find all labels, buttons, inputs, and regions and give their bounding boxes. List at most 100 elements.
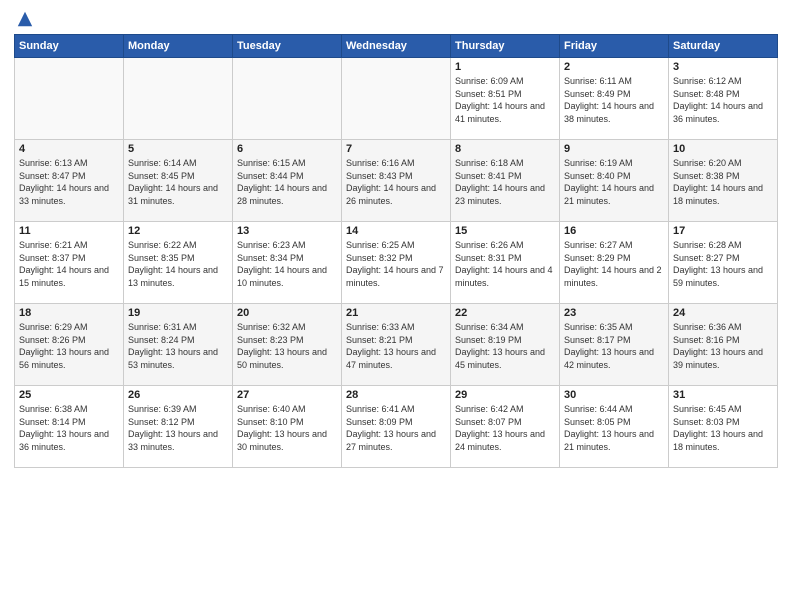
calendar-header-thursday: Thursday bbox=[451, 35, 560, 58]
day-number: 15 bbox=[455, 225, 555, 237]
calendar-cell: 8 Sunrise: 6:18 AMSunset: 8:41 PMDaylight… bbox=[451, 140, 560, 222]
cell-content: Sunrise: 6:28 AMSunset: 8:27 PMDaylight:… bbox=[673, 239, 773, 289]
cell-content: Sunrise: 6:36 AMSunset: 8:16 PMDaylight:… bbox=[673, 321, 773, 371]
cell-content: Sunrise: 6:39 AMSunset: 8:12 PMDaylight:… bbox=[128, 403, 228, 453]
day-number: 5 bbox=[128, 143, 228, 155]
day-number: 19 bbox=[128, 307, 228, 319]
calendar-header-saturday: Saturday bbox=[669, 35, 778, 58]
day-number: 18 bbox=[19, 307, 119, 319]
calendar-cell: 9 Sunrise: 6:19 AMSunset: 8:40 PMDaylight… bbox=[560, 140, 669, 222]
cell-content: Sunrise: 6:35 AMSunset: 8:17 PMDaylight:… bbox=[564, 321, 664, 371]
day-number: 6 bbox=[237, 143, 337, 155]
calendar-cell bbox=[124, 58, 233, 140]
calendar-week-1: 1 Sunrise: 6:09 AMSunset: 8:51 PMDaylight… bbox=[15, 58, 778, 140]
day-number: 8 bbox=[455, 143, 555, 155]
day-number: 21 bbox=[346, 307, 446, 319]
calendar-cell: 22 Sunrise: 6:34 AMSunset: 8:19 PMDayligh… bbox=[451, 304, 560, 386]
calendar-cell: 11 Sunrise: 6:21 AMSunset: 8:37 PMDayligh… bbox=[15, 222, 124, 304]
logo-icon bbox=[16, 10, 34, 28]
day-number: 9 bbox=[564, 143, 664, 155]
calendar-header-tuesday: Tuesday bbox=[233, 35, 342, 58]
day-number: 1 bbox=[455, 61, 555, 73]
day-number: 3 bbox=[673, 61, 773, 73]
day-number: 2 bbox=[564, 61, 664, 73]
header bbox=[14, 10, 778, 26]
day-number: 11 bbox=[19, 225, 119, 237]
day-number: 4 bbox=[19, 143, 119, 155]
cell-content: Sunrise: 6:16 AMSunset: 8:43 PMDaylight:… bbox=[346, 157, 446, 207]
calendar-cell: 13 Sunrise: 6:23 AMSunset: 8:34 PMDayligh… bbox=[233, 222, 342, 304]
cell-content: Sunrise: 6:25 AMSunset: 8:32 PMDaylight:… bbox=[346, 239, 446, 289]
calendar-cell: 12Sunrise: 6:22 AMSunset: 8:35 PMDayligh… bbox=[124, 222, 233, 304]
calendar-cell: 23 Sunrise: 6:35 AMSunset: 8:17 PMDayligh… bbox=[560, 304, 669, 386]
cell-content: Sunrise: 6:40 AMSunset: 8:10 PMDaylight:… bbox=[237, 403, 337, 453]
calendar-cell: 7 Sunrise: 6:16 AMSunset: 8:43 PMDaylight… bbox=[342, 140, 451, 222]
cell-content: Sunrise: 6:34 AMSunset: 8:19 PMDaylight:… bbox=[455, 321, 555, 371]
calendar-header-monday: Monday bbox=[124, 35, 233, 58]
day-number: 30 bbox=[564, 389, 664, 401]
calendar-week-4: 18Sunrise: 6:29 AMSunset: 8:26 PMDayligh… bbox=[15, 304, 778, 386]
cell-content: Sunrise: 6:42 AMSunset: 8:07 PMDaylight:… bbox=[455, 403, 555, 453]
cell-content: Sunrise: 6:31 AMSunset: 8:24 PMDaylight:… bbox=[128, 321, 228, 371]
calendar-cell: 5 Sunrise: 6:14 AMSunset: 8:45 PMDaylight… bbox=[124, 140, 233, 222]
calendar-cell: 30 Sunrise: 6:44 AMSunset: 8:05 PMDayligh… bbox=[560, 386, 669, 468]
calendar-cell: 16 Sunrise: 6:27 AMSunset: 8:29 PMDayligh… bbox=[560, 222, 669, 304]
day-number: 13 bbox=[237, 225, 337, 237]
calendar-cell bbox=[342, 58, 451, 140]
cell-content: Sunrise: 6:09 AMSunset: 8:51 PMDaylight:… bbox=[455, 75, 555, 125]
cell-content: Sunrise: 6:20 AMSunset: 8:38 PMDaylight:… bbox=[673, 157, 773, 207]
calendar-week-5: 25Sunrise: 6:38 AMSunset: 8:14 PMDayligh… bbox=[15, 386, 778, 468]
calendar-cell: 29 Sunrise: 6:42 AMSunset: 8:07 PMDayligh… bbox=[451, 386, 560, 468]
cell-content: Sunrise: 6:14 AMSunset: 8:45 PMDaylight:… bbox=[128, 157, 228, 207]
cell-content: Sunrise: 6:13 AMSunset: 8:47 PMDaylight:… bbox=[19, 157, 119, 207]
calendar-week-3: 11 Sunrise: 6:21 AMSunset: 8:37 PMDayligh… bbox=[15, 222, 778, 304]
calendar-cell: 21 Sunrise: 6:33 AMSunset: 8:21 PMDayligh… bbox=[342, 304, 451, 386]
calendar-cell: 26 Sunrise: 6:39 AMSunset: 8:12 PMDayligh… bbox=[124, 386, 233, 468]
day-number: 16 bbox=[564, 225, 664, 237]
cell-content: Sunrise: 6:33 AMSunset: 8:21 PMDaylight:… bbox=[346, 321, 446, 371]
day-number: 20 bbox=[237, 307, 337, 319]
day-number: 22 bbox=[455, 307, 555, 319]
day-number: 10 bbox=[673, 143, 773, 155]
day-number: 12 bbox=[128, 225, 228, 237]
calendar-cell: 27 Sunrise: 6:40 AMSunset: 8:10 PMDayligh… bbox=[233, 386, 342, 468]
cell-content: Sunrise: 6:44 AMSunset: 8:05 PMDaylight:… bbox=[564, 403, 664, 453]
day-number: 17 bbox=[673, 225, 773, 237]
day-number: 29 bbox=[455, 389, 555, 401]
calendar-cell: 19 Sunrise: 6:31 AMSunset: 8:24 PMDayligh… bbox=[124, 304, 233, 386]
calendar-cell: 1 Sunrise: 6:09 AMSunset: 8:51 PMDaylight… bbox=[451, 58, 560, 140]
calendar-cell: 18Sunrise: 6:29 AMSunset: 8:26 PMDayligh… bbox=[15, 304, 124, 386]
calendar: SundayMondayTuesdayWednesdayThursdayFrid… bbox=[14, 34, 778, 468]
calendar-cell: 17 Sunrise: 6:28 AMSunset: 8:27 PMDayligh… bbox=[669, 222, 778, 304]
calendar-cell bbox=[233, 58, 342, 140]
day-number: 26 bbox=[128, 389, 228, 401]
day-number: 25 bbox=[19, 389, 119, 401]
calendar-cell: 4 Sunrise: 6:13 AMSunset: 8:47 PMDaylight… bbox=[15, 140, 124, 222]
calendar-cell: 24 Sunrise: 6:36 AMSunset: 8:16 PMDayligh… bbox=[669, 304, 778, 386]
calendar-cell: 10 Sunrise: 6:20 AMSunset: 8:38 PMDayligh… bbox=[669, 140, 778, 222]
day-number: 24 bbox=[673, 307, 773, 319]
calendar-cell: 6Sunrise: 6:15 AMSunset: 8:44 PMDaylight… bbox=[233, 140, 342, 222]
day-number: 23 bbox=[564, 307, 664, 319]
calendar-header-wednesday: Wednesday bbox=[342, 35, 451, 58]
logo bbox=[14, 10, 34, 26]
cell-content: Sunrise: 6:32 AMSunset: 8:23 PMDaylight:… bbox=[237, 321, 337, 371]
page: SundayMondayTuesdayWednesdayThursdayFrid… bbox=[0, 0, 792, 612]
day-number: 31 bbox=[673, 389, 773, 401]
logo-text bbox=[14, 10, 34, 28]
day-number: 27 bbox=[237, 389, 337, 401]
cell-content: Sunrise: 6:27 AMSunset: 8:29 PMDaylight:… bbox=[564, 239, 664, 289]
cell-content: Sunrise: 6:26 AMSunset: 8:31 PMDaylight:… bbox=[455, 239, 555, 289]
cell-content: Sunrise: 6:23 AMSunset: 8:34 PMDaylight:… bbox=[237, 239, 337, 289]
calendar-cell: 2 Sunrise: 6:11 AMSunset: 8:49 PMDaylight… bbox=[560, 58, 669, 140]
cell-content: Sunrise: 6:18 AMSunset: 8:41 PMDaylight:… bbox=[455, 157, 555, 207]
cell-content: Sunrise: 6:11 AMSunset: 8:49 PMDaylight:… bbox=[564, 75, 664, 125]
calendar-cell: 3Sunrise: 6:12 AMSunset: 8:48 PMDaylight… bbox=[669, 58, 778, 140]
calendar-cell: 31Sunrise: 6:45 AMSunset: 8:03 PMDayligh… bbox=[669, 386, 778, 468]
calendar-cell: 28Sunrise: 6:41 AMSunset: 8:09 PMDayligh… bbox=[342, 386, 451, 468]
cell-content: Sunrise: 6:19 AMSunset: 8:40 PMDaylight:… bbox=[564, 157, 664, 207]
day-number: 7 bbox=[346, 143, 446, 155]
cell-content: Sunrise: 6:21 AMSunset: 8:37 PMDaylight:… bbox=[19, 239, 119, 289]
calendar-header-row: SundayMondayTuesdayWednesdayThursdayFrid… bbox=[15, 35, 778, 58]
calendar-header-sunday: Sunday bbox=[15, 35, 124, 58]
